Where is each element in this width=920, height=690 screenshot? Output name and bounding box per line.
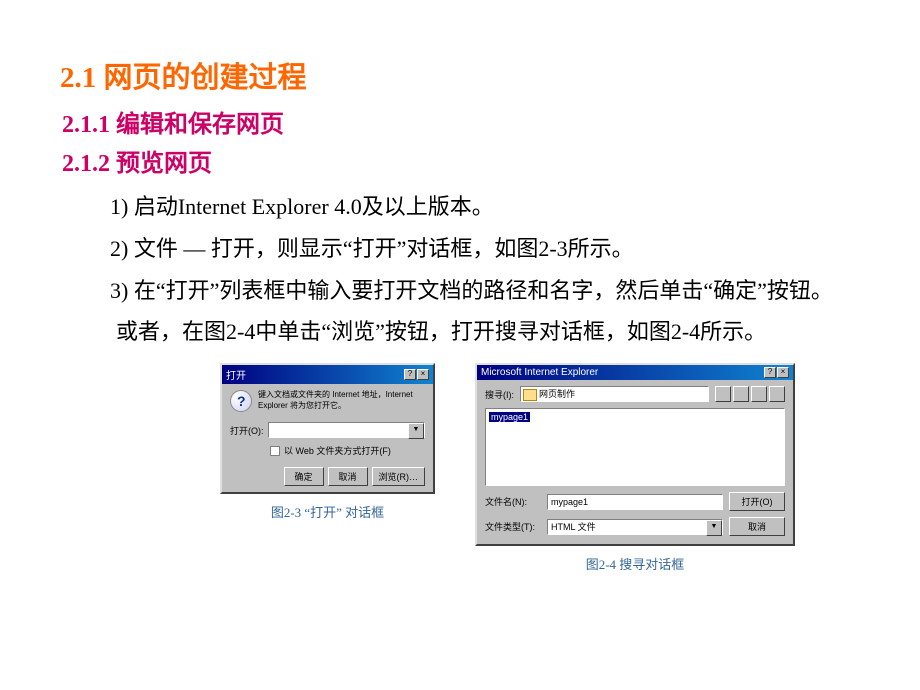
browse-dialog-title: Microsoft Internet Explorer: [481, 367, 598, 378]
details-view-icon[interactable]: [769, 386, 785, 402]
step-2: 2) 文件 — 打开，则显示“打开”对话框，如图2-3所示。: [110, 228, 840, 270]
step-1: 1) 启动Internet Explorer 4.0及以上版本。: [110, 186, 840, 228]
browse-dialog: Microsoft Internet Explorer ? × 搜寻(I): 网…: [475, 363, 795, 546]
figure-2-4: Microsoft Internet Explorer ? × 搜寻(I): 网…: [475, 363, 795, 573]
filetype-label: 文件类型(T):: [485, 520, 541, 533]
ok-button[interactable]: 确定: [284, 467, 324, 486]
open-dialog-help-text: 键入文档或文件夹的 Internet 地址，Internet Explorer …: [258, 390, 425, 411]
close-icon[interactable]: ×: [777, 367, 789, 378]
open-combobox[interactable]: [268, 422, 426, 438]
folder-combobox[interactable]: 网页制作: [520, 386, 709, 402]
open-dialog: 打开 ? × 键入文档或文件夹的 Internet 地址，Internet Ex…: [220, 363, 435, 494]
cancel-button[interactable]: 取消: [328, 467, 368, 486]
figure-2-4-caption: 图2-4 搜寻对话框: [475, 554, 795, 573]
cancel-button[interactable]: 取消: [729, 517, 785, 536]
filename-input[interactable]: mypage1: [547, 494, 723, 510]
filetype-combobox[interactable]: HTML 文件: [547, 519, 723, 535]
open-button[interactable]: 打开(O): [729, 492, 785, 511]
heading-2-1-2: 2.1.2 预览网页: [60, 143, 860, 178]
browse-button[interactable]: 浏览(R)…: [372, 467, 426, 486]
figure-2-3-caption: 图2-3 “打开” 对话框: [220, 502, 435, 521]
heading-2-1-1: 2.1.1 编辑和保存网页: [60, 104, 860, 139]
help-icon[interactable]: ?: [764, 367, 776, 378]
body-text: 1) 启动Internet Explorer 4.0及以上版本。 2) 文件 —…: [60, 186, 860, 353]
step-3: 3) 在“打开”列表框中输入要打开文档的路径和名字，然后单击“确定”按钮。: [110, 270, 840, 312]
filename-label: 文件名(N):: [485, 495, 541, 508]
help-icon[interactable]: ?: [404, 369, 416, 380]
search-label: 搜寻(I):: [485, 388, 514, 401]
new-folder-icon[interactable]: [733, 386, 749, 402]
close-icon[interactable]: ×: [417, 369, 429, 380]
web-folder-checkbox-label: 以 Web 文件夹方式打开(F): [284, 444, 391, 457]
open-label: 打开(O):: [230, 424, 264, 437]
web-folder-checkbox[interactable]: [270, 446, 280, 456]
list-view-icon[interactable]: [751, 386, 767, 402]
open-dialog-title: 打开: [226, 367, 246, 382]
question-icon: [230, 390, 252, 412]
heading-1: 2.1 网页的创建过程: [60, 54, 860, 96]
browse-dialog-titlebar: Microsoft Internet Explorer ? ×: [477, 365, 793, 380]
up-one-level-icon[interactable]: [715, 386, 731, 402]
figure-2-3: 打开 ? × 键入文档或文件夹的 Internet 地址，Internet Ex…: [220, 363, 435, 573]
open-dialog-titlebar: 打开 ? ×: [222, 365, 433, 384]
file-item-selected[interactable]: mypage1: [489, 412, 530, 422]
step-alt: 或者，在图2-4中单击“浏览”按钮，打开搜寻对话框，如图2-4所示。: [110, 311, 840, 353]
file-list[interactable]: mypage1: [485, 408, 785, 486]
